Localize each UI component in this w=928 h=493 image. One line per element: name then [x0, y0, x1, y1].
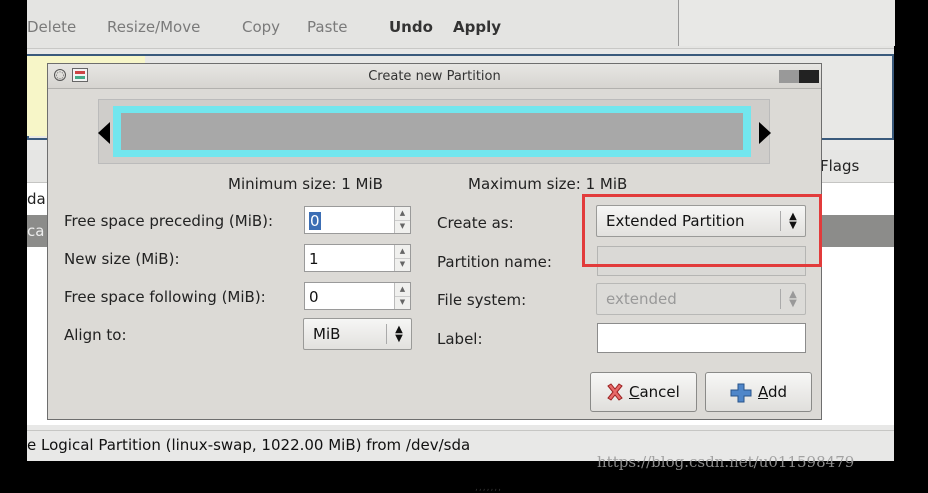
toolbar-copy-button[interactable]: Copy: [242, 18, 280, 36]
spin-down-icon[interactable]: ▼: [395, 258, 410, 271]
spin-down-icon[interactable]: ▼: [395, 296, 410, 309]
partition-block-fill: [121, 113, 743, 150]
minimize-icon[interactable]: [779, 70, 799, 83]
toolbar-paste-button[interactable]: Paste: [307, 18, 348, 36]
dialog-titlebar[interactable]: ◌ Create new Partition: [48, 64, 821, 89]
partition-block-outline[interactable]: [113, 106, 751, 157]
add-button[interactable]: Add: [705, 372, 812, 412]
combobox-value: extended: [606, 290, 677, 308]
align-to-combobox[interactable]: MiB ▲ ▼: [303, 318, 412, 350]
spin-up-icon[interactable]: ▲: [395, 207, 410, 221]
spin-up-icon[interactable]: ▲: [395, 283, 410, 297]
spinbox-buttons: ▲ ▼: [394, 283, 410, 309]
cancel-button[interactable]: Cancel: [590, 372, 697, 412]
toolbar-resize-move-button[interactable]: Resize/Move: [107, 18, 200, 36]
minimum-size-label: Minimum size: 1 MiB: [228, 175, 383, 193]
maximize-icon[interactable]: [799, 70, 819, 83]
toolbar-device-panel: [678, 0, 895, 46]
label-input[interactable]: [597, 323, 806, 353]
updown-arrows-icon: ▲ ▼: [789, 289, 797, 309]
pending-operation-text: e Logical Partition (linux-swap, 1022.00…: [27, 436, 471, 454]
column-header-flags[interactable]: Flags: [820, 157, 859, 175]
toolbar-apply-button[interactable]: Apply: [453, 18, 501, 36]
file-system-combobox[interactable]: extended ▲ ▼: [596, 283, 806, 315]
maximum-size-label: Maximum size: 1 MiB: [468, 175, 628, 193]
updown-arrows-icon: ▲ ▼: [395, 324, 403, 344]
add-button-label: Add: [758, 383, 788, 401]
toolbar-undo-button[interactable]: Undo: [389, 18, 433, 36]
resize-right-handle-icon[interactable]: [759, 122, 771, 144]
spinbox-value: 0: [309, 212, 321, 230]
partition-row-text: da: [27, 190, 46, 208]
create-as-label: Create as:: [437, 214, 514, 232]
free-space-following-spinbox[interactable]: 0 ▲ ▼: [304, 282, 411, 310]
label-field-label: Label:: [437, 330, 483, 348]
spinbox-value: 1: [309, 250, 319, 268]
partition-row-text: ca: [27, 222, 45, 240]
dialog-title: Create new Partition: [368, 69, 501, 84]
cancel-x-icon: [607, 383, 623, 401]
resize-left-handle-icon[interactable]: [98, 122, 110, 144]
new-size-spinbox[interactable]: 1 ▲ ▼: [304, 244, 411, 272]
free-space-following-label: Free space following (MiB):: [64, 288, 266, 306]
file-system-label: File system:: [437, 291, 527, 309]
spin-up-icon[interactable]: ▲: [395, 245, 410, 259]
spinbox-value: 0: [309, 288, 319, 306]
cancel-button-label: Cancel: [629, 383, 680, 401]
resize-grip-icon[interactable]: ,,,,,,,: [475, 483, 502, 493]
spinbox-buttons: ▲ ▼: [394, 207, 410, 233]
partition-name-label: Partition name:: [437, 253, 552, 271]
partition-size-visualizer: [98, 99, 771, 164]
plus-icon: [730, 383, 752, 403]
toolbar-delete-button[interactable]: Delete: [27, 18, 76, 36]
free-space-preceding-label: Free space preceding (MiB):: [64, 212, 274, 230]
combobox-separator: [780, 289, 781, 309]
combobox-separator: [386, 324, 387, 344]
combobox-value: MiB: [313, 325, 341, 343]
spinbox-buttons: ▲ ▼: [394, 245, 410, 271]
new-size-label: New size (MiB):: [64, 250, 180, 268]
watermark-text: https://blog.csdn.net/u011598479: [597, 453, 855, 471]
align-to-label: Align to:: [64, 326, 127, 344]
free-space-preceding-spinbox[interactable]: 0 ▲ ▼: [304, 206, 411, 234]
annotation-highlight-box: [582, 194, 822, 267]
window-controls: [779, 70, 819, 83]
spin-down-icon[interactable]: ▼: [395, 220, 410, 233]
